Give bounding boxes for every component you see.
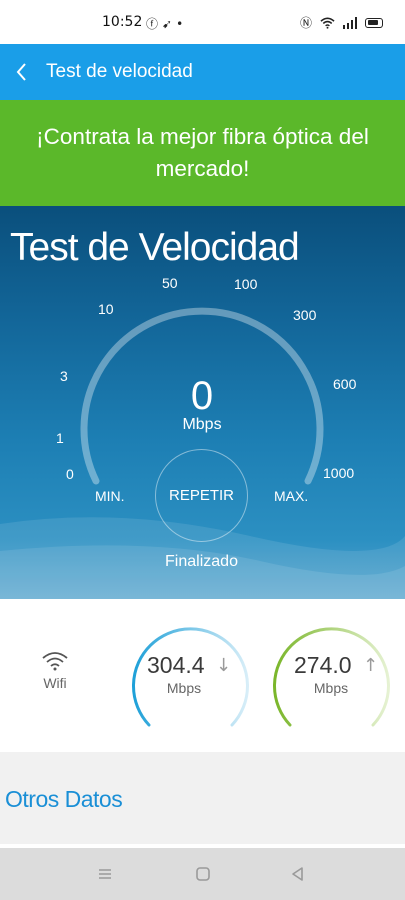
gauge-tick-label: 1	[56, 430, 64, 446]
upload-unit: Mbps	[313, 680, 349, 696]
gauge-tick-label: 100	[234, 276, 258, 292]
gauge-tick-label: 50	[162, 275, 178, 291]
current-speed-value: 0	[190, 374, 214, 418]
speed-test-title: Test de Velocidad	[10, 226, 300, 269]
upload-arrow-icon: ↑	[363, 655, 379, 676]
speed-test-panel: Test de Velocidad 0 1 3 10 50 100 300 60…	[0, 206, 405, 599]
promo-text: ¡Contrata la mejor fibra óptica del merc…	[36, 124, 369, 181]
current-speed-unit: Mbps	[182, 416, 222, 433]
repeat-button[interactable]: REPETIR	[155, 449, 248, 542]
back-icon[interactable]	[288, 864, 308, 884]
gauge-max-label: MAX.	[274, 488, 309, 504]
gauge-tick-label: 0	[66, 466, 74, 482]
dot-icon: •	[176, 17, 188, 31]
gauge-tick-label: 600	[333, 376, 357, 392]
bird-icon: ➹	[162, 17, 177, 31]
gauge-tick-label: 300	[293, 307, 317, 323]
gauge-min-label: MIN.	[95, 488, 125, 504]
gauge-tick-label: 10	[98, 301, 114, 317]
page-title: Test de velocidad	[46, 61, 193, 82]
menu-icon[interactable]	[95, 864, 115, 884]
status-bar: 10:52 ⓕ➹• Ⓝ	[0, 0, 405, 44]
other-data-title: Otros Datos	[5, 786, 123, 812]
app-bar: Test de velocidad	[0, 44, 405, 100]
test-status: Finalizado	[165, 553, 238, 570]
gauge-tick-label: 1000	[323, 465, 355, 481]
battery-icon	[365, 17, 383, 28]
system-nav-bar	[0, 848, 405, 900]
facebook-icon: ⓕ	[146, 17, 163, 31]
download-arrow-icon: ↓	[216, 655, 232, 676]
home-icon[interactable]	[193, 864, 213, 884]
download-unit: Mbps	[166, 680, 202, 696]
upload-value: 274.0	[294, 652, 352, 678]
back-chevron-icon[interactable]	[12, 58, 34, 86]
wifi-icon	[320, 17, 335, 29]
other-data-section: Otros Datos	[0, 752, 405, 848]
signal-icon	[343, 16, 357, 29]
download-value: 304.4	[147, 652, 205, 678]
results-section: Wifi 304.4 ↓ Mbps 274.0 ↑ Mbps	[0, 599, 405, 752]
promo-banner[interactable]: ¡Contrata la mejor fibra óptica del merc…	[0, 100, 405, 206]
gauge-tick-label: 3	[60, 368, 68, 384]
nfc-icon: Ⓝ	[299, 16, 312, 30]
status-time: 10:52	[102, 14, 143, 30]
